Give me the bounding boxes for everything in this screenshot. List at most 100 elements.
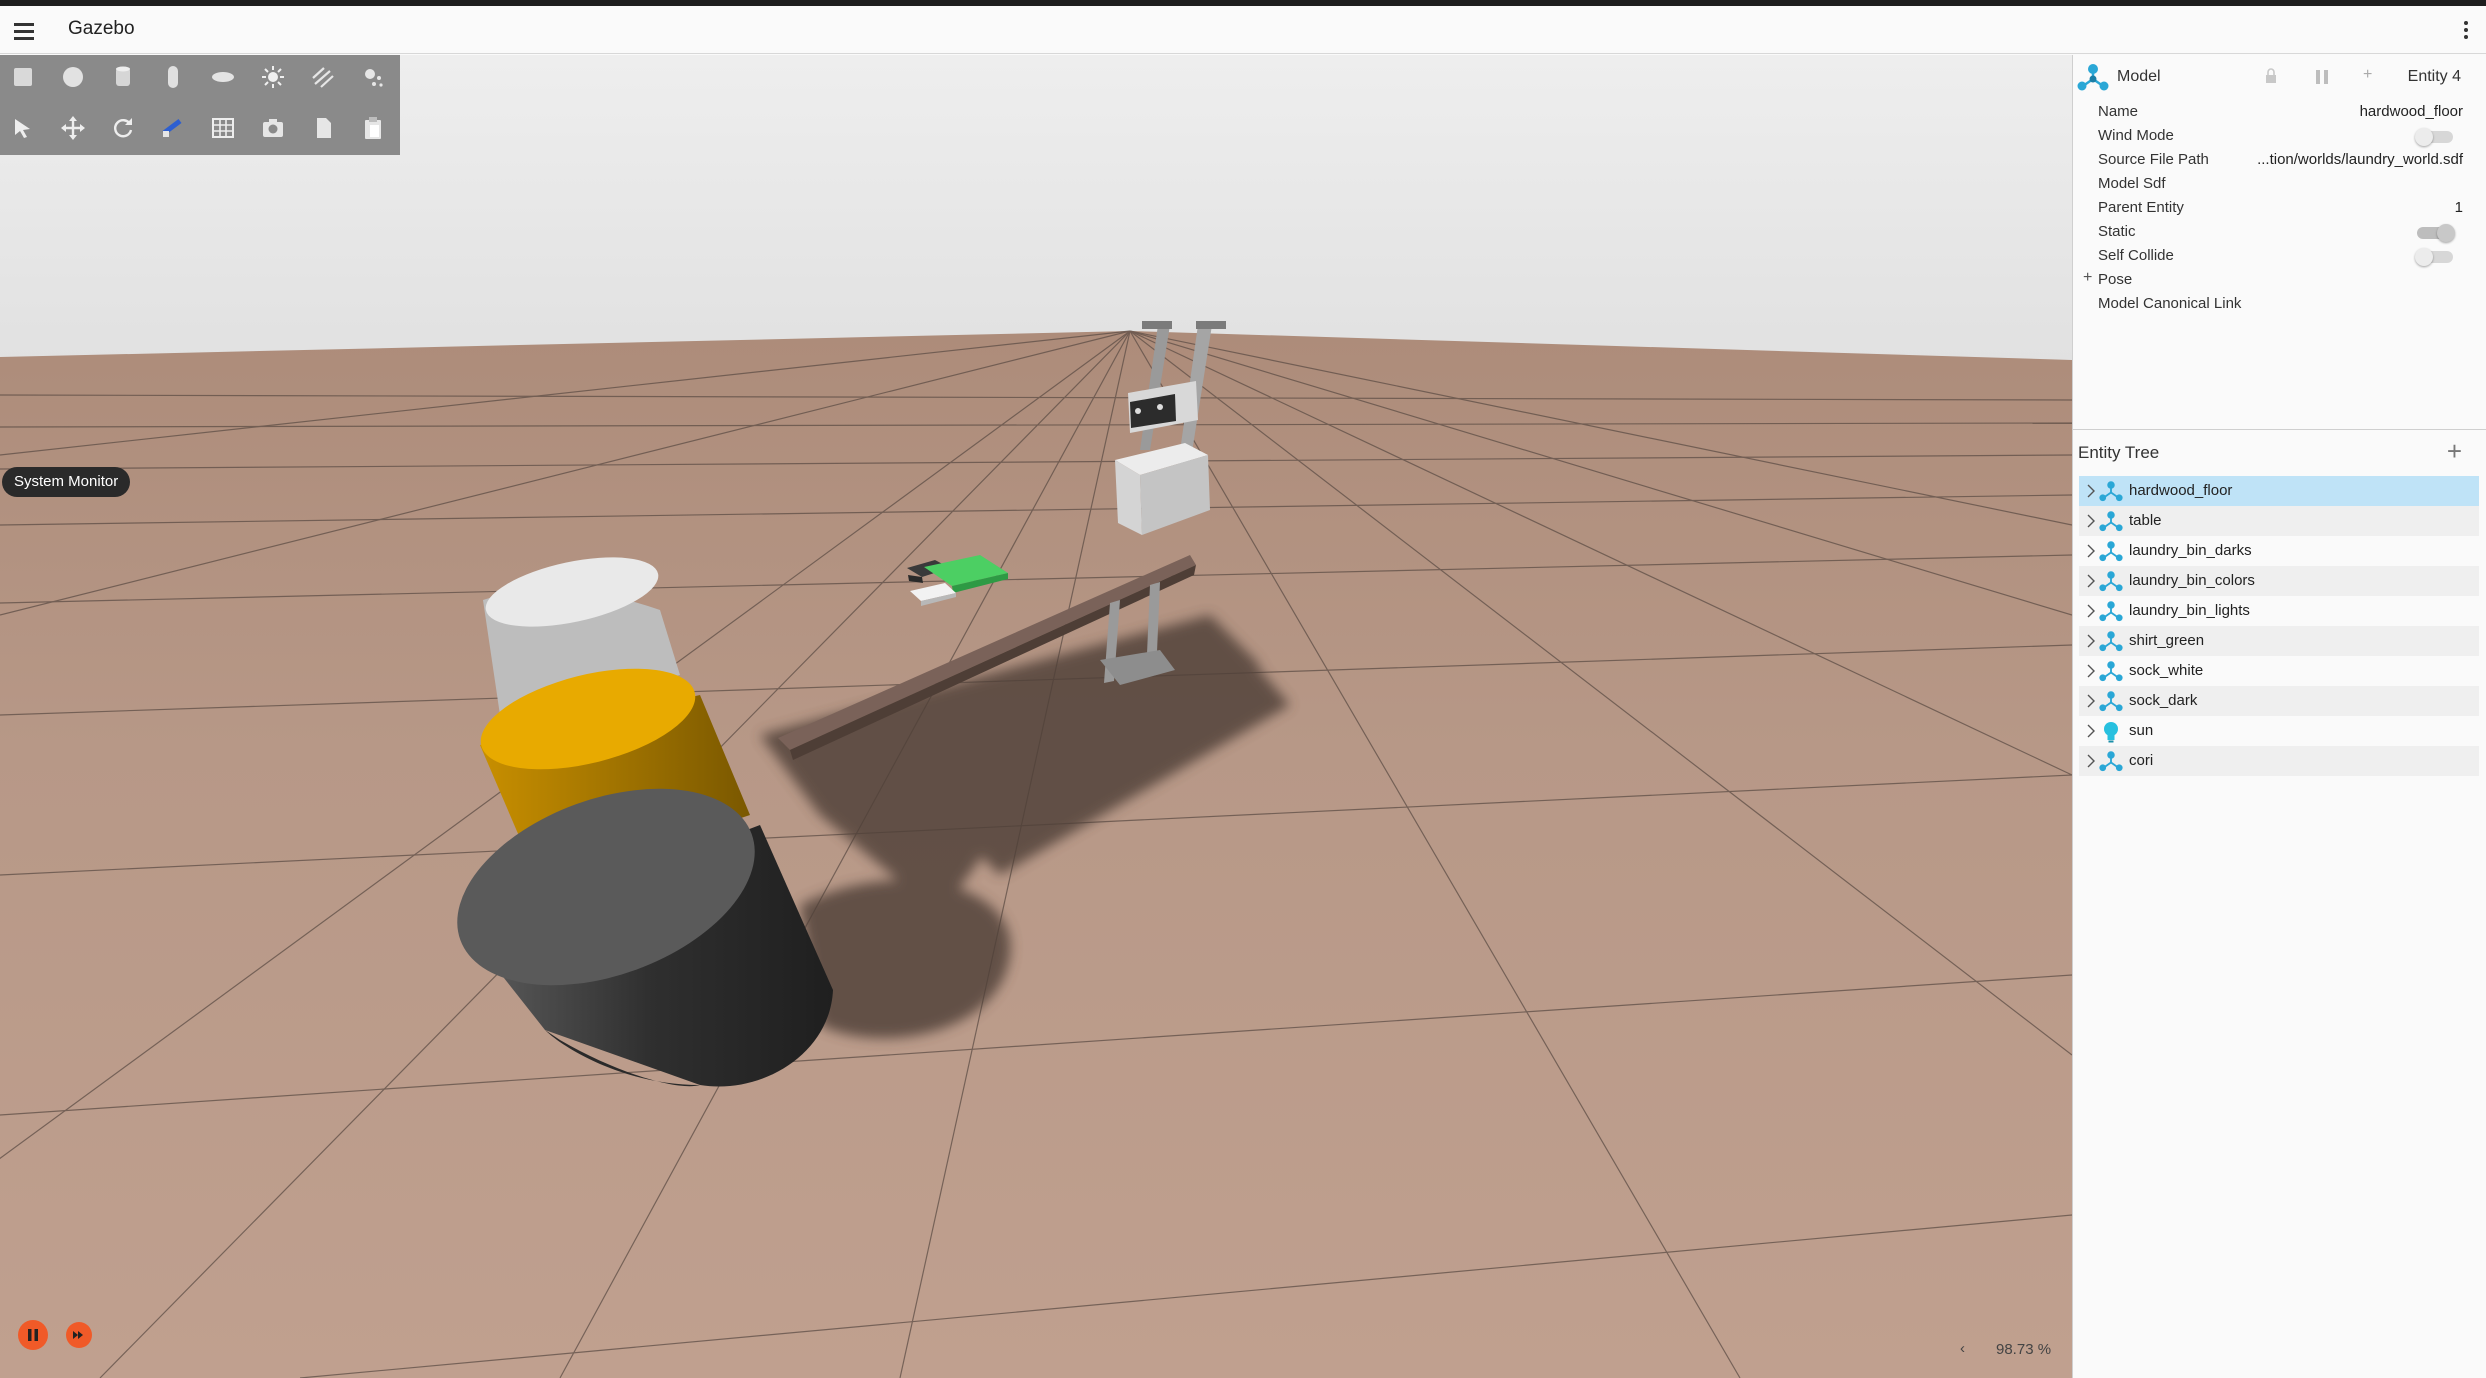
property-value: hardwood_floor — [2359, 103, 2463, 120]
grid-icon[interactable] — [206, 111, 240, 145]
screenshot-icon[interactable] — [256, 111, 290, 145]
property-row-source-file-path: Source File Path ...tion/worlds/laundry_… — [2073, 148, 2486, 172]
gazebo-window: Gazebo System Monitor ‹ 98.73 % Model + … — [0, 0, 2486, 1378]
chevron-right-icon[interactable] — [2087, 574, 2095, 588]
real-time-factor: 98.73 % — [1996, 1341, 2052, 1358]
sphere-icon[interactable] — [56, 60, 90, 94]
tree-item-sock-dark[interactable]: sock_dark — [2079, 686, 2479, 716]
model-icon — [2099, 541, 2123, 562]
tree-item-hardwood-floor[interactable]: hardwood_floor — [2079, 476, 2479, 506]
pause-updates-icon[interactable] — [2313, 68, 2331, 86]
chevron-right-icon[interactable] — [2087, 514, 2095, 528]
more-options-icon[interactable] — [2462, 19, 2470, 43]
hamburger-menu-icon[interactable] — [12, 20, 36, 42]
system-monitor-button[interactable]: System Monitor — [2, 467, 131, 497]
box-icon[interactable] — [6, 60, 40, 94]
chevron-right-icon[interactable] — [2087, 664, 2095, 678]
add-entity-icon[interactable]: + — [2447, 438, 2462, 464]
tree-item-label: cori — [2129, 752, 2154, 769]
property-label: Model Canonical Link — [2098, 295, 2242, 312]
tree-item-label: laundry_bin_darks — [2129, 542, 2252, 559]
entity-tree-list: hardwood_floor table laundry_bin_darks l… — [2079, 476, 2479, 776]
property-label: Wind Mode — [2098, 127, 2174, 144]
directional-light-icon[interactable] — [306, 60, 340, 94]
chevron-right-icon[interactable] — [2087, 724, 2095, 738]
property-row-model-sdf[interactable]: Model Sdf — [2073, 172, 2486, 196]
chevron-right-icon[interactable] — [2087, 484, 2095, 498]
property-value: 1 — [2454, 199, 2463, 216]
tree-item-cori[interactable]: cori — [2079, 746, 2479, 776]
lock-icon[interactable] — [2263, 67, 2279, 85]
add-component-icon[interactable]: + — [2363, 66, 2372, 84]
tree-item-label: laundry_bin_lights — [2129, 602, 2250, 619]
property-label: Self Collide — [2098, 247, 2174, 264]
tree-item-laundry-bin-colors[interactable]: laundry_bin_colors — [2079, 566, 2479, 596]
model-icon — [2099, 661, 2123, 682]
model-icon — [2077, 64, 2109, 91]
component-inspector-header: Model + Entity 4 — [2073, 55, 2486, 99]
tree-item-shirt-green[interactable]: shirt_green — [2079, 626, 2479, 656]
light-bulb-icon — [2104, 722, 2118, 743]
snap-icon[interactable] — [156, 111, 190, 145]
property-label: Parent Entity — [2098, 199, 2184, 216]
property-label: Static — [2098, 223, 2136, 240]
expand-icon[interactable]: + — [2083, 269, 2092, 287]
fast-forward-icon — [73, 1331, 83, 1339]
tree-item-label: sock_dark — [2129, 692, 2198, 709]
spot-light-icon[interactable] — [356, 60, 390, 94]
select-icon[interactable] — [6, 111, 40, 145]
tree-item-laundry-bin-lights[interactable]: laundry_bin_lights — [2079, 596, 2479, 626]
model-icon — [2099, 751, 2123, 772]
chevron-right-icon[interactable] — [2087, 754, 2095, 768]
app-header: Gazebo — [0, 6, 2486, 54]
model-icon — [2099, 691, 2123, 712]
chevron-right-icon[interactable] — [2087, 694, 2095, 708]
property-label: Pose — [2098, 271, 2133, 288]
app-title: Gazebo — [68, 18, 135, 39]
model-icon — [2099, 571, 2123, 592]
property-row-self-collide: Self Collide — [2073, 244, 2486, 268]
pause-button[interactable] — [18, 1320, 48, 1350]
cylinder-icon[interactable] — [106, 60, 140, 94]
chevron-right-icon[interactable] — [2087, 634, 2095, 648]
tree-item-laundry-bin-darks[interactable]: laundry_bin_darks — [2079, 536, 2479, 566]
tree-item-sock-white[interactable]: sock_white — [2079, 656, 2479, 686]
property-row-parent-entity: Parent Entity 1 — [2073, 196, 2486, 220]
step-button[interactable] — [66, 1322, 92, 1348]
tree-item-label: table — [2129, 512, 2162, 529]
model-icon — [2099, 511, 2123, 532]
property-row-name: Name hardwood_floor — [2073, 100, 2486, 124]
model-icon — [2099, 601, 2123, 622]
chevron-right-icon[interactable] — [2087, 544, 2095, 558]
translate-icon[interactable] — [56, 111, 90, 145]
copy-icon[interactable] — [306, 111, 340, 145]
panel-divider[interactable] — [2073, 429, 2486, 430]
sun-icon[interactable] — [256, 60, 290, 94]
property-label: Source File Path — [2098, 151, 2209, 168]
property-row-wind-mode: Wind Mode — [2073, 124, 2486, 148]
ground-plane — [0, 331, 2072, 1378]
property-label: Model Sdf — [2098, 175, 2166, 192]
chevron-right-icon[interactable] — [2087, 604, 2095, 618]
model-icon — [2099, 631, 2123, 652]
capsule-icon[interactable] — [156, 60, 190, 94]
rotate-icon[interactable] — [106, 111, 140, 145]
tree-item-label: hardwood_floor — [2129, 482, 2233, 499]
rtf-expand-icon[interactable]: ‹ — [1960, 1340, 1965, 1357]
self-collide-toggle[interactable] — [2415, 248, 2453, 266]
tree-item-label: sock_white — [2129, 662, 2204, 679]
shapes-toolbar — [0, 55, 400, 155]
ellipsoid-icon[interactable] — [206, 60, 240, 94]
entity-tree-title: Entity Tree — [2078, 443, 2160, 462]
property-label: Name — [2098, 103, 2139, 120]
wind-mode-toggle[interactable] — [2415, 128, 2453, 146]
scene-3d-viewport[interactable] — [0, 55, 2072, 1378]
tree-item-table[interactable]: table — [2079, 506, 2479, 536]
paste-icon[interactable] — [356, 111, 390, 145]
component-type-label: Model — [2117, 68, 2161, 85]
static-toggle[interactable] — [2417, 224, 2455, 242]
property-row-model-canonical-link: Model Canonical Link — [2073, 292, 2486, 316]
property-row-pose[interactable]: + Pose — [2073, 268, 2486, 292]
pause-icon — [28, 1329, 38, 1341]
tree-item-sun[interactable]: sun — [2079, 716, 2479, 746]
